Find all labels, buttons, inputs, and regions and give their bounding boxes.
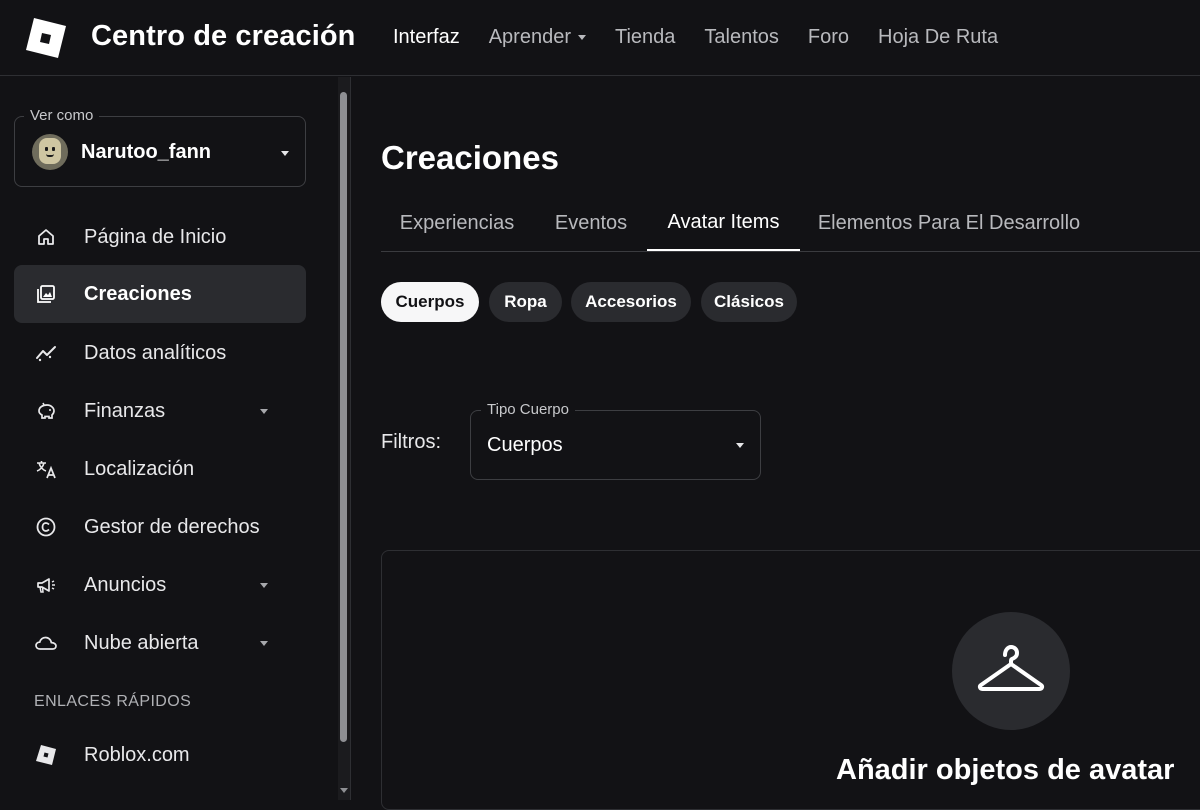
chip-label: Clásicos [714,292,784,311]
avatar-eye [52,147,55,151]
tabs: Experiencias Eventos Avatar Items Elemen… [381,196,1200,252]
sidebar-item-gestor-de-derechos[interactable]: Gestor de derechos [14,498,306,556]
chevron-down-icon [260,640,268,646]
creations-icon [34,282,58,306]
view-as-legend: Ver como [24,107,100,124]
sidebar-item-label: Página de Inicio [84,225,227,248]
quick-link-label: Roblox.com [84,743,190,766]
body-type-legend: Tipo Cuerpo [481,401,575,418]
tab-label: Eventos [554,212,628,234]
tab-label: Experiencias [399,212,515,234]
chevron-down-icon [577,35,586,40]
megaphone-icon [34,573,58,597]
scroll-down-arrow-icon[interactable] [340,788,348,793]
top-bar: Centro de creación Interfaz Aprender Tie… [0,0,1200,76]
sidebar-item-label: Nube abierta [84,631,199,654]
sidebar-item-label: Finanzas [84,399,166,422]
sidebar-item-localizacion[interactable]: Localización [14,440,306,498]
nav-item-hoja-de-ruta[interactable]: Hoja De Ruta [878,26,998,49]
nav-label: Talentos [704,26,779,48]
chevron-down-icon[interactable] [736,443,744,448]
analytics-icon [34,341,58,365]
sidebar-item-label: Datos analíticos [84,341,227,364]
tab-eventos[interactable]: Eventos [535,196,647,251]
home-icon [34,225,58,249]
quick-links-heading: ENLACES RÁPIDOS [34,693,192,710]
chip-label: Accesorios [585,292,677,311]
sidebar-item-finanzas[interactable]: Finanzas [14,382,306,440]
page-title: Creaciones [381,139,559,176]
sidebar-item-datos-analiticos[interactable]: Datos analíticos [14,324,306,382]
roblox-icon [34,743,58,767]
empty-state-title: Añadir objetos de avatar [836,754,1175,786]
tab-label: Avatar Items [667,211,780,233]
tab-avatar-items[interactable]: Avatar Items [647,196,800,251]
chip-label: Ropa [504,292,547,311]
nav-item-foro[interactable]: Foro [808,26,849,49]
piggy-bank-icon [34,399,58,423]
sidebar-scrollbar-thumb[interactable] [340,92,347,742]
chevron-down-icon [260,582,268,588]
hanger-icon [952,612,1070,730]
brand-title[interactable]: Centro de creación [91,20,356,53]
nav-label: Foro [807,26,850,48]
avatar [32,134,68,170]
filters-label: Filtros: [381,431,441,453]
body-type-value: Cuerpos [487,434,563,456]
chip-label: Cuerpos [395,292,465,311]
sidebar-item-nube-abierta[interactable]: Nube abierta [14,614,306,672]
sidebar-item-label: Gestor de derechos [84,515,260,538]
nav-item-tienda[interactable]: Tienda [615,26,675,49]
tab-experiencias[interactable]: Experiencias [381,196,533,251]
avatar-eye [45,147,48,151]
sidebar-item-label: Localización [84,457,195,480]
nav-item-talentos[interactable]: Talentos [704,26,779,49]
top-nav: Interfaz Aprender Tienda Talentos Foro H… [393,26,1027,49]
chip-ropa[interactable]: Ropa [489,282,562,322]
roblox-logo-icon[interactable] [24,16,68,60]
tab-elementos-para-el-desarrollo[interactable]: Elementos Para El Desarrollo [802,196,1096,251]
nav-label: Hoja De Ruta [878,26,999,48]
sidebar-item-creaciones[interactable]: Creaciones [14,265,306,323]
nav-label: Aprender [488,26,571,48]
chip-accesorios[interactable]: Accesorios [571,282,691,322]
avatar-head [39,138,61,164]
nav-label: Interfaz [393,26,460,48]
chevron-down-icon[interactable] [281,151,289,156]
username: Narutoo_fann [81,141,211,163]
chip-cuerpos[interactable]: Cuerpos [381,282,479,322]
sidebar-item-anuncios[interactable]: Anuncios [14,556,306,614]
tab-label: Elementos Para El Desarrollo [817,212,1081,234]
sidebar-item-pagina-de-inicio[interactable]: Página de Inicio [14,208,306,266]
sidebar-item-label: Anuncios [84,573,167,596]
translate-icon [34,457,58,481]
copyright-icon [34,515,58,539]
chevron-down-icon [260,408,268,414]
chip-clasicos[interactable]: Clásicos [701,282,797,322]
quick-link-roblox-com[interactable]: Roblox.com [14,726,306,784]
nav-label: Tienda [614,26,676,48]
nav-item-interfaz[interactable]: Interfaz [393,26,460,49]
sidebar-item-label: Creaciones [84,282,192,305]
sidebar-divider [350,77,351,800]
nav-item-aprender[interactable]: Aprender [489,26,586,49]
cloud-icon [34,631,58,655]
